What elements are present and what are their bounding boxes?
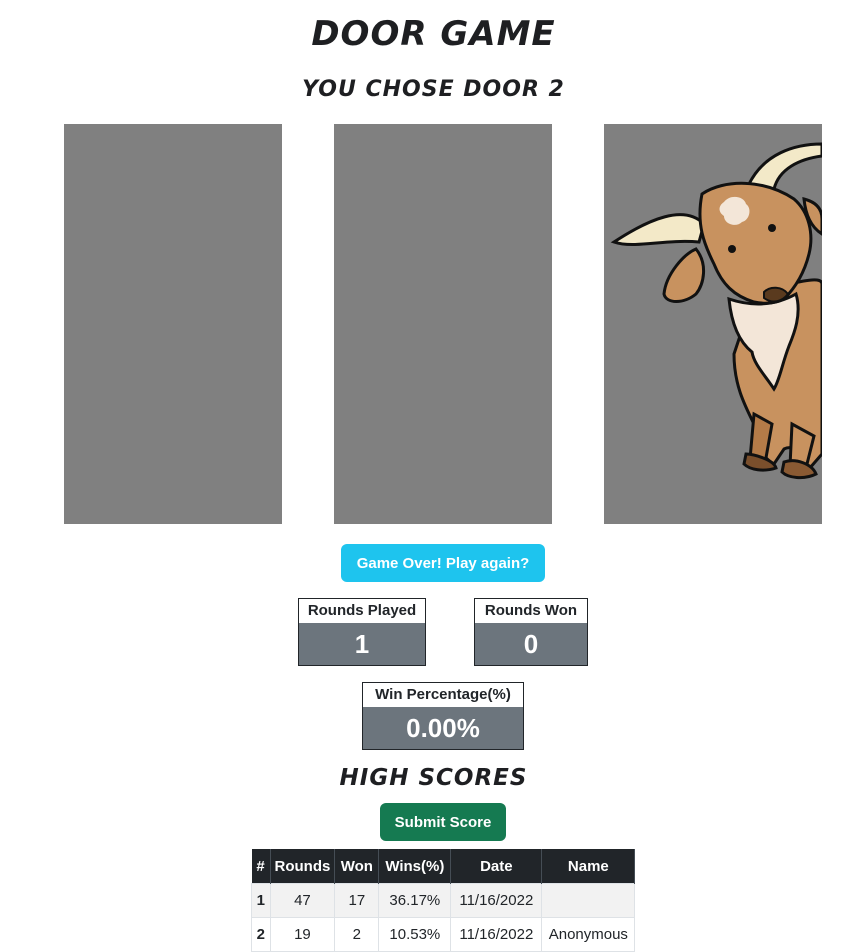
submit-score-button[interactable]: Submit Score xyxy=(380,803,506,841)
play-again-button[interactable]: Game Over! Play again? xyxy=(341,544,545,582)
cell-rounds: 47 xyxy=(269,883,336,918)
table-header-row: # Rounds Won Wins(%) Date Name xyxy=(251,849,636,884)
rounds-won-value: 0 xyxy=(475,623,587,665)
win-percentage-value: 0.00% xyxy=(363,707,523,749)
header-rounds: Rounds xyxy=(270,849,336,884)
header-name: Name xyxy=(541,849,636,884)
cell-rank: 2 xyxy=(251,917,271,952)
header-rank: # xyxy=(251,849,271,884)
win-percentage-box: Win Percentage(%) 0.00% xyxy=(362,682,524,750)
cell-wins-pct: 10.53% xyxy=(378,917,452,952)
door-1[interactable] xyxy=(64,124,282,524)
rounds-won-box: Rounds Won 0 xyxy=(474,598,588,666)
rounds-played-value: 1 xyxy=(299,623,425,665)
cell-wins-pct: 36.17% xyxy=(378,883,452,918)
win-percentage-label: Win Percentage(%) xyxy=(363,683,523,707)
header-won: Won xyxy=(334,849,380,884)
page-title: Door Game xyxy=(311,14,556,54)
cell-name xyxy=(541,883,636,918)
rounds-played-label: Rounds Played xyxy=(299,599,425,623)
door-3[interactable] xyxy=(604,124,822,524)
table-row: 1 47 17 36.17% 11/16/2022 xyxy=(251,883,636,918)
high-scores-table: # Rounds Won Wins(%) Date Name 1 47 17 3… xyxy=(251,849,636,952)
rounds-won-label: Rounds Won xyxy=(475,599,587,623)
cell-date: 11/16/2022 xyxy=(450,917,543,952)
header-wins-pct: Wins(%) xyxy=(378,849,452,884)
cell-won: 2 xyxy=(334,917,380,952)
cell-rounds: 19 xyxy=(269,917,336,952)
rounds-played-box: Rounds Played 1 xyxy=(298,598,426,666)
door-2[interactable] xyxy=(334,124,552,524)
cell-date: 11/16/2022 xyxy=(450,883,543,918)
cell-name: Anonymous xyxy=(541,917,636,952)
cell-won: 17 xyxy=(334,883,380,918)
high-scores-title: High Scores xyxy=(339,765,528,791)
door-choice-text: You chose Door 2 xyxy=(302,77,565,102)
cell-rank: 1 xyxy=(251,883,271,918)
header-date: Date xyxy=(450,849,543,884)
table-row: 2 19 2 10.53% 11/16/2022 Anonymous xyxy=(251,917,636,952)
goat-image xyxy=(610,142,822,480)
